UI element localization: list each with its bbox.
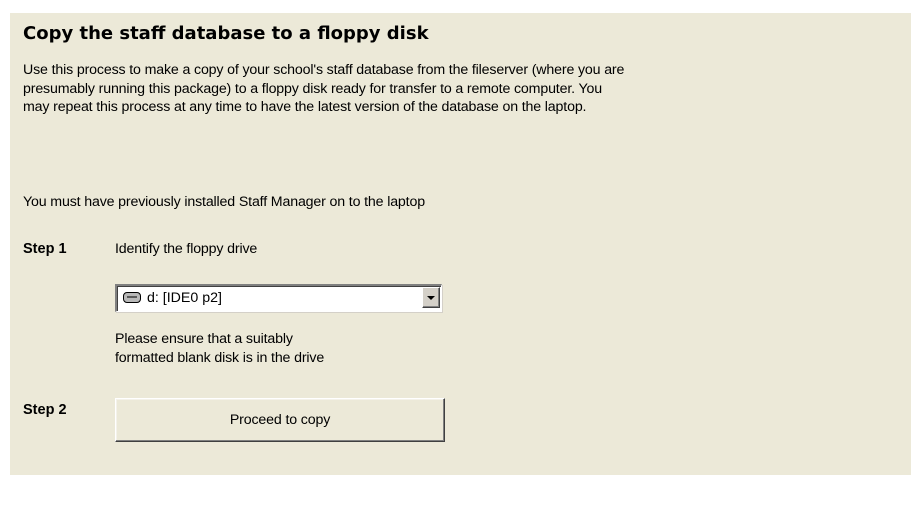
chevron-down-icon[interactable] <box>422 287 440 308</box>
floppy-drive-select[interactable]: d: [IDE0 p2] <box>115 284 442 312</box>
step1-instruction: Identify the floppy drive <box>115 241 258 257</box>
floppy-drive-select-value: d: [IDE0 p2] <box>147 290 222 306</box>
page-title: Copy the staff database to a floppy disk <box>23 23 429 44</box>
disk-hint: Please ensure that a suitably formatted … <box>115 330 324 367</box>
step1-label: Step 1 <box>23 241 67 257</box>
prerequisite-note: You must have previously installed Staff… <box>23 194 425 210</box>
intro-paragraph: Use this process to make a copy of your … <box>23 61 888 117</box>
intro-line: Use this process to make a copy of your … <box>23 62 625 78</box>
intro-line: presumably running this package) to a fl… <box>23 80 602 97</box>
intro-line: may repeat this process at any time to h… <box>23 99 587 115</box>
disk-hint-line: Please ensure that a suitably <box>115 331 293 347</box>
step2-label: Step 2 <box>23 402 67 418</box>
disk-hint-line: formatted blank disk is in the drive <box>115 349 325 366</box>
proceed-to-copy-button[interactable]: Proceed to copy <box>115 398 445 442</box>
drive-icon <box>123 292 141 303</box>
